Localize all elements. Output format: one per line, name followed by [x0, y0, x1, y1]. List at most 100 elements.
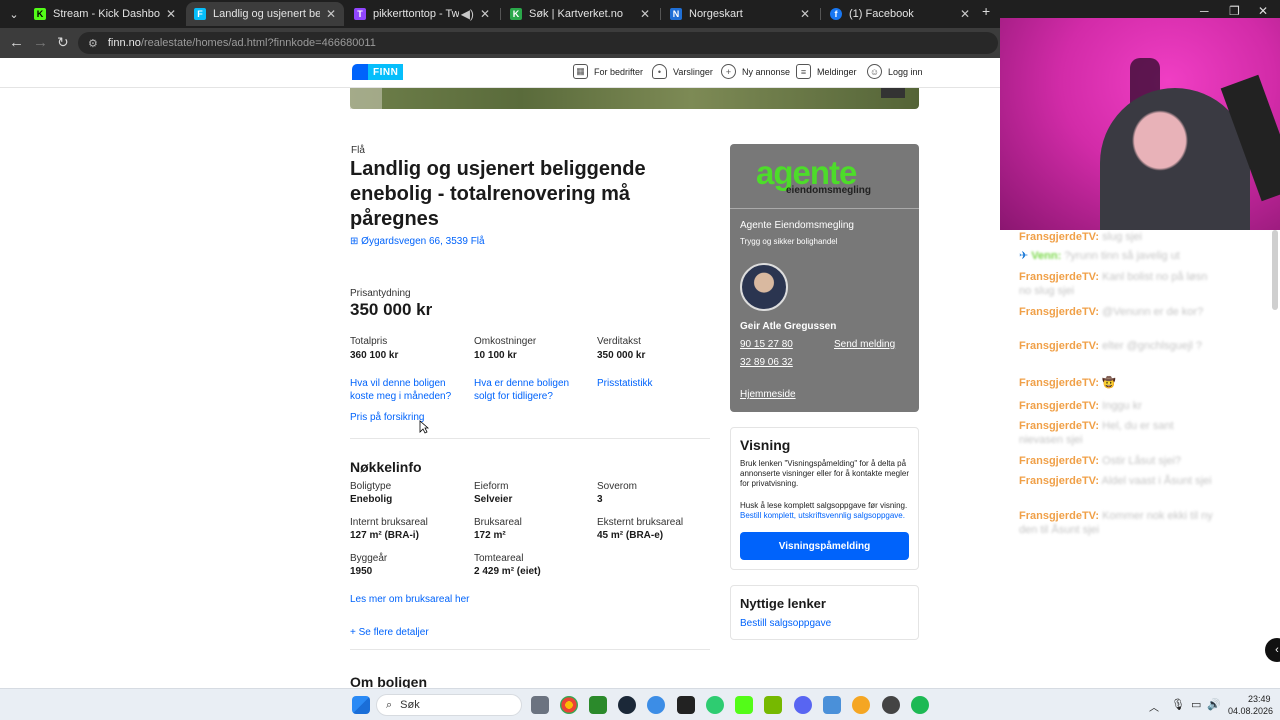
- obs-icon[interactable]: [882, 696, 900, 714]
- taskbar-search[interactable]: ⌕ Søk: [376, 694, 522, 716]
- bestill-salgsoppgave-link[interactable]: Bestill salgsoppgave: [740, 618, 831, 629]
- nav-logg-inn[interactable]: ☺ Logg inn: [867, 64, 923, 79]
- new-tab-icon[interactable]: +: [982, 3, 990, 19]
- close-tab-icon[interactable]: ✕: [480, 7, 490, 21]
- spotify-icon[interactable]: [911, 696, 929, 714]
- clock-date[interactable]: 04.08.2026: [1228, 706, 1273, 716]
- close-tab-icon[interactable]: ✕: [326, 7, 336, 21]
- chat-message: FransgjerdeTV: Aldel vaast i Åsunt sjei: [1019, 474, 1219, 488]
- facebook-icon: f: [830, 8, 842, 20]
- tab-search-dropdown[interactable]: ⌄: [4, 2, 24, 26]
- minimize-icon[interactable]: ─: [1200, 4, 1209, 18]
- finn-logo-text: FINN: [368, 64, 404, 80]
- nav-for-bedrifter[interactable]: ▦ For bedrifter: [573, 64, 643, 79]
- photos-icon[interactable]: [823, 696, 841, 714]
- chat-bubble-icon: ≡: [796, 64, 811, 79]
- nav-meldinger[interactable]: ≡ Meldinger: [796, 64, 857, 79]
- forward-icon[interactable]: →: [33, 34, 48, 51]
- bruksareal-link[interactable]: Les mer om bruksareal her: [350, 593, 470, 606]
- tab-facebook[interactable]: f (1) Facebook ✕: [822, 2, 978, 26]
- chevron-up-icon[interactable]: ︿: [1149, 699, 1159, 714]
- close-tab-icon[interactable]: ✕: [960, 7, 970, 21]
- keyinfo-label: Eieform: [474, 481, 509, 492]
- audio-icon[interactable]: ◀): [461, 7, 474, 21]
- keyinfo-label: Eksternt bruksareal: [597, 517, 684, 528]
- close-window-icon[interactable]: ✕: [1258, 4, 1268, 18]
- finn-header: FINN ▦ For bedrifter • Varslinger + Ny a…: [0, 58, 1000, 88]
- kick-icon[interactable]: [735, 696, 753, 714]
- salgsoppgave-link[interactable]: Bestill komplett, utskriftsvennlig salgs…: [740, 511, 905, 520]
- nav-varslinger[interactable]: • Varslinger: [652, 64, 713, 79]
- nav-label: Ny annonse: [742, 66, 791, 77]
- keyinfo-value: 45 m² (BRA-e): [597, 530, 664, 541]
- visningspamelding-button[interactable]: Visningspåmelding: [740, 532, 909, 560]
- microphone-icon[interactable]: 🎙: [1171, 698, 1185, 711]
- close-tab-icon[interactable]: ✕: [640, 7, 650, 21]
- insurance-price-link[interactable]: Pris på forsikring: [350, 411, 424, 424]
- send-message-link[interactable]: Send melding: [834, 339, 895, 350]
- app-icon[interactable]: [852, 696, 870, 714]
- sold-before-link[interactable]: Hva er denne boligen solgt for tidligere…: [474, 377, 589, 403]
- chat-user: FransgjerdeTV:: [1019, 377, 1100, 389]
- steam-icon[interactable]: [618, 696, 636, 714]
- agent-card: agente eiendomsmegling Agente Eiendomsme…: [730, 144, 919, 412]
- nav-label: Logg inn: [888, 66, 923, 77]
- tab-norgeskart[interactable]: N Norgeskart ✕: [662, 2, 818, 26]
- chat-user: Venn:: [1031, 250, 1062, 262]
- back-icon[interactable]: ←: [9, 34, 24, 51]
- address-text: Øygardsvegen 66, 3539 Flå: [361, 236, 485, 247]
- nvidia-icon[interactable]: [764, 696, 782, 714]
- app-icon[interactable]: [706, 696, 724, 714]
- volume-icon[interactable]: 🔊: [1207, 698, 1221, 711]
- chat-message: FransgjerdeTV: Ostir Låsut sjei?: [1019, 454, 1219, 468]
- price-statistics-link[interactable]: Prisstatistikk: [597, 377, 653, 390]
- url-input[interactable]: ⚙ finn.no /realestate/homes/ad.html?finn…: [78, 32, 998, 54]
- clock-time[interactable]: 23:49: [1248, 694, 1271, 704]
- twitch-icon: T: [354, 8, 366, 20]
- scrollbar-thumb[interactable]: [1272, 230, 1278, 310]
- agent-name: Geir Atle Gregussen: [740, 321, 837, 332]
- chat-user: FransgjerdeTV:: [1019, 340, 1100, 352]
- close-tab-icon[interactable]: ✕: [166, 7, 176, 21]
- chat-message: FransgjerdeTV: Hel, du er sant nievasen …: [1019, 419, 1219, 447]
- tab-kick[interactable]: K Stream - Kick Dashboard ✕: [26, 2, 184, 26]
- user-icon: ☺: [867, 64, 882, 79]
- agent-logo-sub: eiendomsmegling: [786, 185, 872, 196]
- monthly-cost-link[interactable]: Hva vil denne boligen koste meg i månede…: [350, 377, 460, 403]
- windows-start-icon[interactable]: [352, 696, 370, 714]
- nav-ny-annonse[interactable]: + Ny annonse: [721, 64, 790, 79]
- network-icon[interactable]: ▭: [1191, 698, 1201, 711]
- discord-icon[interactable]: [794, 696, 812, 714]
- tab-title: Søk | Kartverket.no: [529, 8, 623, 20]
- agent-phone-1[interactable]: 90 15 27 80: [740, 339, 793, 350]
- url-path: /realestate/homes/ad.html?finnkode=46668…: [140, 37, 376, 49]
- finn-icon: F: [194, 8, 206, 20]
- minecraft-icon[interactable]: [589, 696, 607, 714]
- maximize-icon[interactable]: ❐: [1229, 4, 1240, 18]
- keyinfo-label: Soverom: [597, 481, 638, 492]
- app-icon[interactable]: [677, 696, 695, 714]
- finn-logo[interactable]: FINN: [352, 64, 404, 80]
- chat-user: FransgjerdeTV:: [1019, 306, 1100, 318]
- site-info-icon[interactable]: ⚙: [88, 37, 98, 50]
- keyinfo-value: Enebolig: [350, 494, 393, 505]
- listing-photo[interactable]: [350, 88, 919, 109]
- agent-logo[interactable]: agente eiendomsmegling: [730, 144, 919, 209]
- keyinfo-label: Tomteareal: [474, 553, 524, 564]
- photo-prev-button[interactable]: [350, 88, 382, 109]
- reload-icon[interactable]: ↻: [57, 34, 69, 51]
- chat-text: Inggu kr: [1102, 400, 1142, 412]
- tab-kartverket[interactable]: K Søk | Kartverket.no ✕: [502, 2, 658, 26]
- task-view-icon[interactable]: [531, 696, 549, 714]
- more-details-link[interactable]: + Se flere detaljer: [350, 626, 429, 639]
- useful-links-card: Nyttige lenker Bestill salgsoppgave: [730, 585, 919, 640]
- homepage-link[interactable]: Hjemmeside: [740, 389, 796, 400]
- chrome-icon[interactable]: [560, 696, 578, 714]
- tab-twitch[interactable]: T pikkerttontop - Twitch ◀) ✕: [346, 2, 498, 26]
- listing-address-link[interactable]: ⊞ Øygardsvegen 66, 3539 Flå: [350, 236, 485, 247]
- close-tab-icon[interactable]: ✕: [800, 7, 810, 21]
- tab-finn[interactable]: F Landlig og usjenert beliggende ✕: [186, 2, 344, 26]
- app-icon[interactable]: [647, 696, 665, 714]
- chat-message: FransgjerdeTV: Kanl bolist no på løsn no…: [1019, 270, 1219, 298]
- agent-phone-2[interactable]: 32 89 06 32: [740, 357, 793, 368]
